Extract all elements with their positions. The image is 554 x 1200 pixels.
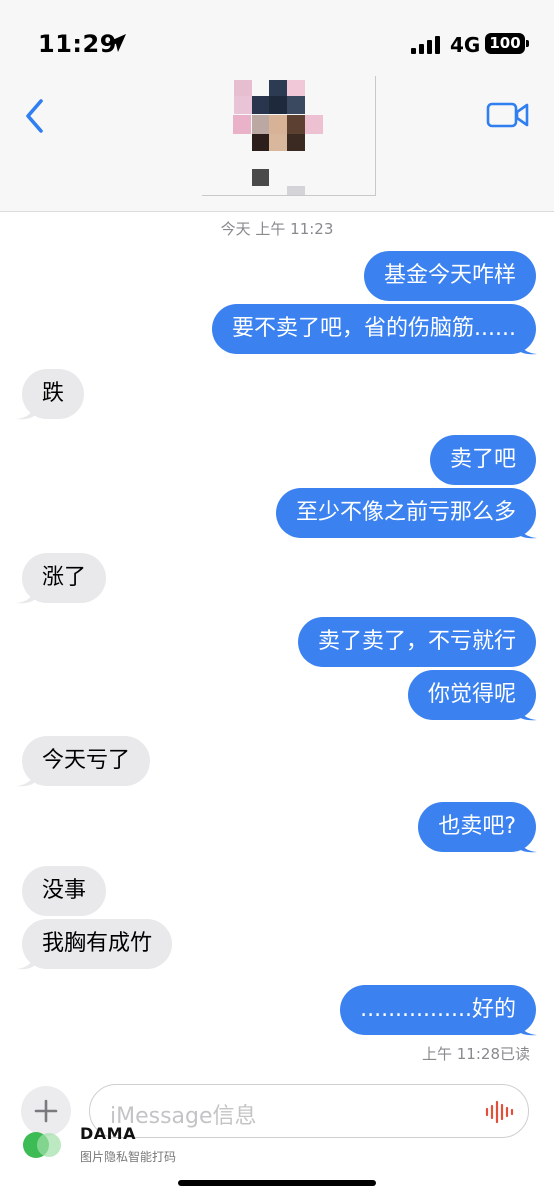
bubble-tail xyxy=(16,584,36,604)
message-bubble-sent[interactable]: 要不卖了吧，省的伤脑筋...... xyxy=(212,304,536,354)
bubble-tail xyxy=(517,833,537,853)
contact-avatar[interactable] xyxy=(200,76,378,198)
message-bubble-received[interactable]: 没事 xyxy=(22,866,107,916)
message-bubble-received[interactable]: 我胸有成竹 xyxy=(22,919,173,969)
cellular-signal-icon xyxy=(411,36,440,54)
message-input[interactable]: iMessage信息 xyxy=(89,1084,529,1138)
bubble-tail xyxy=(16,950,36,970)
bubble-tail xyxy=(517,1016,537,1036)
watermark-subtitle: 图片隐私智能打码 xyxy=(80,1150,177,1164)
chevron-left-icon xyxy=(26,99,43,133)
conversation-timestamp: 今天 上午 11:23 xyxy=(220,220,334,238)
battery-level: 100 xyxy=(485,33,525,54)
location-arrow-icon xyxy=(108,34,126,52)
bubble-tail xyxy=(517,519,537,539)
bubble-tail xyxy=(16,767,36,787)
bubble-tail xyxy=(517,701,537,721)
dama-logo-icon xyxy=(23,1132,61,1158)
message-bubble-sent[interactable]: 卖了卖了，不亏就行 xyxy=(297,617,536,667)
avatar-frame-base xyxy=(202,195,376,196)
watermark-title: DAMA xyxy=(80,1124,136,1143)
message-bubble-sent[interactable]: 卖了吧 xyxy=(429,435,536,485)
back-button[interactable] xyxy=(20,96,50,136)
bubble-tail xyxy=(517,335,537,355)
message-bubble-sent[interactable]: 基金今天咋样 xyxy=(363,251,536,301)
network-type: 4G xyxy=(450,33,481,57)
status-bar: 11:29 4G 100 xyxy=(0,0,554,80)
audio-waveform-icon[interactable] xyxy=(484,1099,514,1125)
video-camera-icon xyxy=(486,102,529,128)
read-receipt: 上午 11:28已读 xyxy=(422,1045,530,1063)
message-bubble-sent[interactable]: ................好的 xyxy=(340,985,536,1035)
avatar-frame-line xyxy=(375,76,376,196)
message-bubble-received[interactable]: 今天亏了 xyxy=(22,736,151,786)
home-indicator[interactable] xyxy=(178,1180,376,1186)
facetime-video-button[interactable] xyxy=(486,100,530,130)
message-bubble-sent[interactable]: 至少不像之前亏那么多 xyxy=(275,488,536,538)
battery-tip xyxy=(526,40,529,47)
bubble-tail xyxy=(16,400,36,420)
